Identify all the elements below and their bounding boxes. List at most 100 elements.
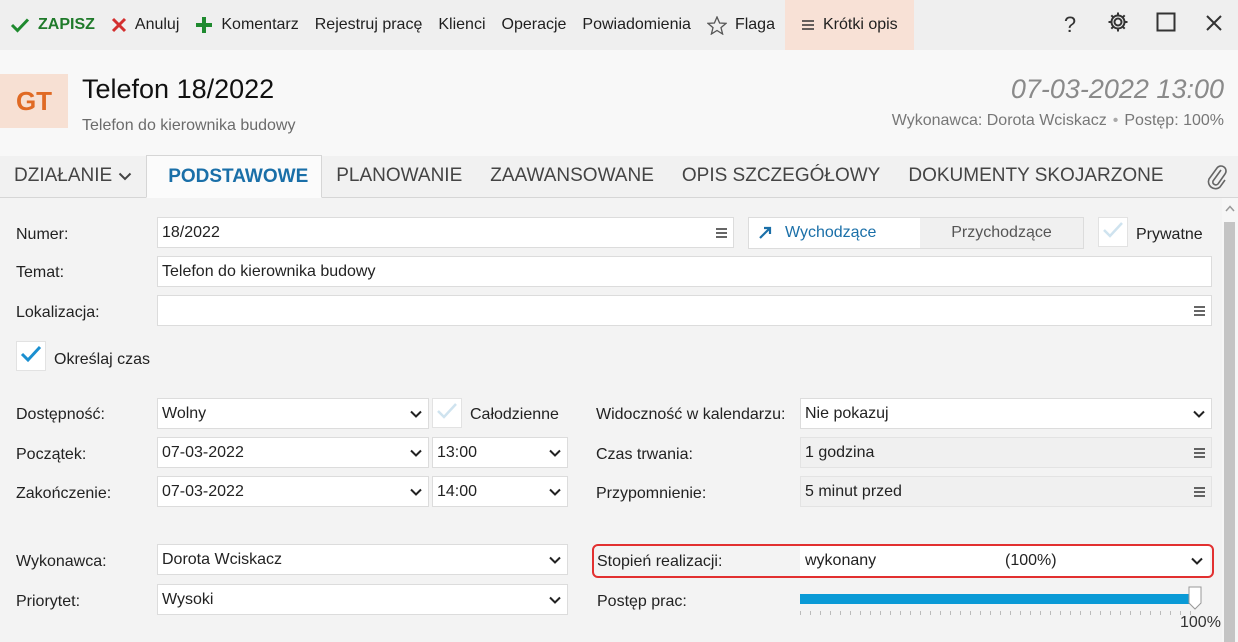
short-description-button[interactable]: Krótki opis — [784, 0, 914, 50]
start-label: Początek: — [16, 446, 87, 463]
work-progress-value: 100% — [1180, 614, 1221, 631]
priority-label: Priorytet: — [16, 593, 81, 610]
reminder-label: Przypomnienie: — [596, 485, 707, 502]
toolbar: ZAPISZ Anuluj Komentarz Rejestruj pracę … — [0, 0, 1238, 50]
list-icon[interactable] — [709, 227, 727, 238]
tab-planning[interactable]: PLANOWANIE — [322, 155, 476, 197]
direction-toggle: Wychodzące Przychodzące — [748, 217, 1084, 249]
close-button[interactable] — [1190, 0, 1238, 50]
calendar-visibility-select[interactable]: Nie pokazuj — [800, 398, 1212, 429]
priority-select[interactable]: Wysoki — [157, 584, 568, 615]
slider-handle[interactable] — [1188, 586, 1202, 610]
chevron-down-icon — [404, 410, 422, 418]
cancel-label: Anuluj — [134, 16, 180, 33]
tab-detailed-description[interactable]: OPIS SZCZEGÓŁOWY — [668, 155, 894, 197]
scrollbar-thumb[interactable] — [1224, 222, 1235, 642]
subject-label: Temat: — [16, 264, 65, 281]
page-subtitle: Telefon do kierownika budowy — [82, 117, 296, 134]
chevron-down-icon — [543, 596, 561, 604]
checkmark-icon — [436, 402, 458, 425]
paperclip-icon — [1206, 165, 1228, 194]
priority-value: Wysoki — [162, 590, 214, 608]
maximize-button[interactable] — [1142, 0, 1190, 50]
private-checkbox[interactable] — [1098, 217, 1128, 247]
tab-action-menu[interactable]: DZIAŁANIE — [0, 155, 146, 197]
specify-time-checkbox[interactable] — [16, 341, 46, 371]
reminder-field[interactable]: 5 minut przed — [800, 476, 1212, 507]
chevron-down-icon — [118, 172, 132, 181]
cancel-button[interactable]: Anuluj — [103, 0, 187, 50]
scroll-up-arrow-icon[interactable] — [1222, 200, 1238, 216]
close-icon — [1205, 12, 1223, 38]
location-field[interactable] — [157, 295, 1212, 326]
subject-field[interactable]: Telefon do kierownika budowy — [157, 256, 1212, 287]
start-time-value: 13:00 — [437, 443, 478, 461]
help-button[interactable]: ? — [1046, 0, 1094, 50]
calendar-visibility-value: Nie pokazuj — [805, 404, 889, 422]
completion-highlight — [592, 544, 1214, 578]
list-icon[interactable] — [1187, 447, 1205, 458]
work-progress-label: Postęp prac: — [597, 593, 687, 610]
start-date-value: 07-03-2022 — [162, 443, 244, 461]
operations-button[interactable]: Operacje — [494, 0, 575, 50]
start-time-field[interactable]: 13:00 — [432, 437, 568, 468]
end-label: Zakończenie: — [16, 485, 112, 502]
operations-label: Operacje — [501, 16, 567, 33]
chevron-down-icon — [404, 488, 422, 496]
availability-select[interactable]: Wolny — [157, 398, 429, 429]
duration-field[interactable]: 1 godzina — [800, 437, 1212, 468]
comment-label: Komentarz — [221, 16, 299, 33]
direction-outgoing-label: Wychodzące — [785, 224, 877, 241]
clients-button[interactable]: Klienci — [430, 0, 493, 50]
all-day-checkbox[interactable] — [432, 398, 462, 428]
availability-value: Wolny — [162, 404, 207, 422]
chevron-down-icon — [543, 556, 561, 564]
chevron-down-icon — [543, 488, 561, 496]
work-progress-slider[interactable] — [800, 594, 1196, 604]
availability-label: Dostępność: — [16, 406, 105, 423]
end-time-field[interactable]: 14:00 — [432, 476, 568, 507]
header-assignee: Wykonawca: Dorota Wciskacz — [891, 112, 1107, 129]
duration-value: 1 godzina — [805, 443, 875, 461]
direction-outgoing-option[interactable]: Wychodzące — [749, 218, 920, 248]
header-datetime: 07-03-2022 13:00 — [1010, 74, 1224, 104]
plus-icon — [195, 16, 213, 34]
maximize-icon — [1156, 12, 1176, 38]
subject-value: Telefon do kierownika budowy — [162, 262, 376, 280]
list-icon[interactable] — [1187, 486, 1205, 497]
checkmark-icon — [1102, 221, 1124, 244]
tab-linked-documents[interactable]: DOKUMENTY SKOJARZONE — [894, 155, 1177, 197]
start-date-field[interactable]: 07-03-2022 — [157, 437, 429, 468]
list-icon[interactable] — [1187, 305, 1205, 316]
flag-button[interactable]: Flaga — [699, 0, 783, 50]
end-time-value: 14:00 — [437, 482, 478, 500]
assignee-select[interactable]: Dorota Wciskacz — [157, 544, 568, 575]
specify-time-label: Określaj czas — [54, 351, 151, 368]
attachment-button[interactable] — [1206, 164, 1228, 195]
clients-label: Klienci — [438, 16, 486, 33]
register-work-label: Rejestruj pracę — [314, 16, 423, 33]
avatar: GT — [0, 74, 68, 128]
save-button[interactable]: ZAPISZ — [0, 0, 103, 50]
number-field[interactable]: 18/2022 — [157, 217, 734, 248]
assignee-value: Dorota Wciskacz — [162, 550, 283, 568]
notifications-button[interactable]: Powiadomienia — [574, 0, 699, 50]
tab-basic[interactable]: PODSTAWOWE — [146, 155, 323, 198]
gear-icon — [1107, 11, 1129, 39]
settings-button[interactable] — [1094, 0, 1142, 50]
reminder-value: 5 minut przed — [805, 482, 902, 500]
header-meta: Wykonawca: Dorota Wciskacz • Postęp: 100% — [892, 112, 1224, 130]
comment-button[interactable]: Komentarz — [187, 0, 306, 50]
form-area: Numer: 18/2022 Wychodzące Przychodzące P… — [0, 198, 1222, 642]
star-icon — [706, 15, 727, 35]
end-date-field[interactable]: 07-03-2022 — [157, 476, 429, 507]
close-x-icon — [111, 17, 127, 33]
number-label: Numer: — [16, 226, 69, 243]
chevron-down-icon — [543, 449, 561, 457]
notifications-label: Powiadomienia — [582, 16, 691, 33]
direction-incoming-option[interactable]: Przychodzące — [920, 218, 1083, 248]
register-work-button[interactable]: Rejestruj pracę — [307, 0, 431, 50]
tab-advanced[interactable]: ZAAWANSOWANE — [476, 155, 668, 197]
private-label: Prywatne — [1136, 226, 1203, 243]
tab-action-label: DZIAŁANIE — [14, 165, 113, 186]
